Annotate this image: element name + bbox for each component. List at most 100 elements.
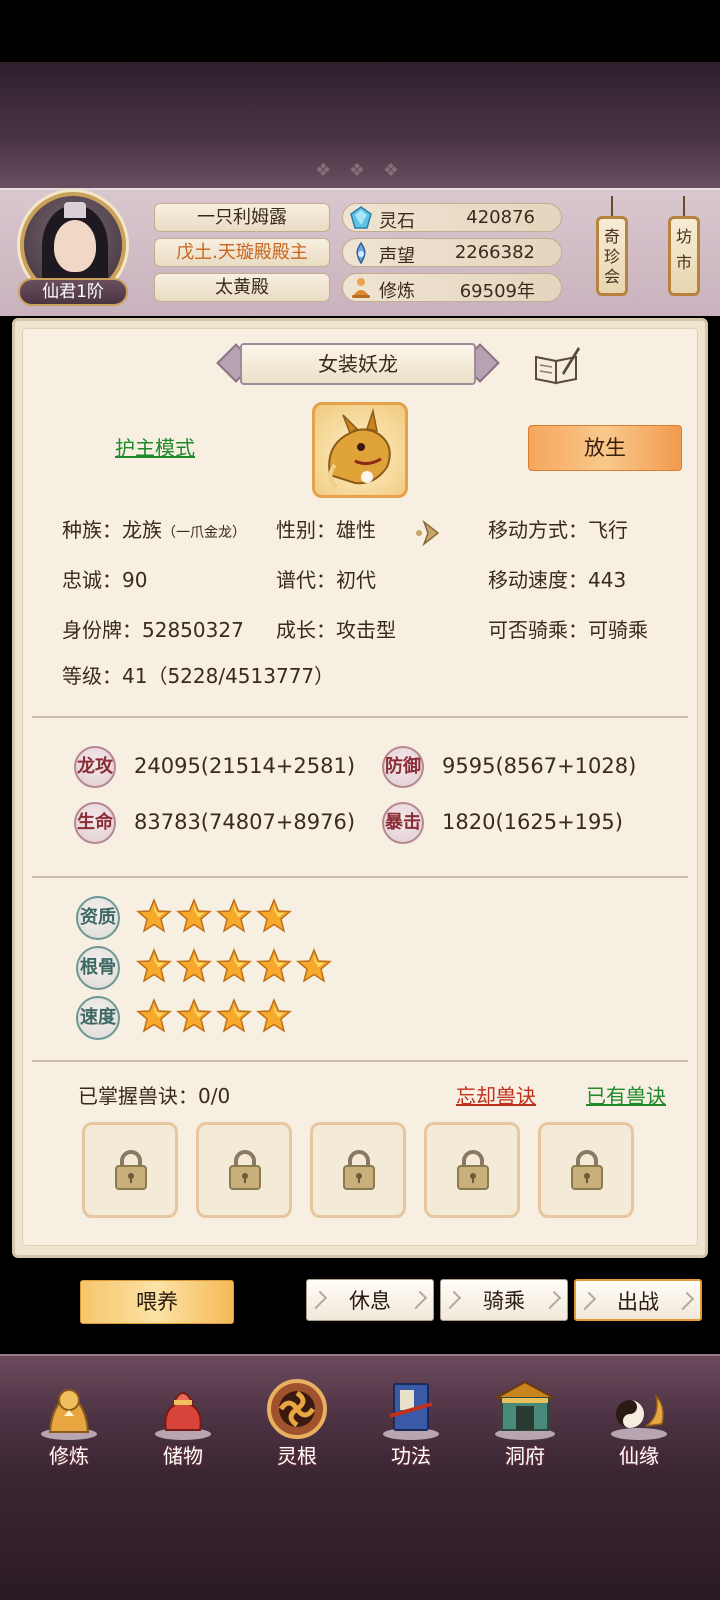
star-icon [136,898,172,934]
nav-technique[interactable]: 功法 [366,1370,456,1470]
aptitude-icon: 资质 [76,896,120,940]
lantern-text: 坊 [675,227,692,246]
lantern-text: 市 [675,253,692,272]
lantern-text: 奇 [603,227,620,246]
lock-icon [343,1150,375,1190]
lantern-string [611,196,613,218]
skill-slot[interactable] [424,1122,520,1218]
lantern-string [683,196,685,218]
generation-info: 谱代：初代 [276,564,376,593]
mastered-skills-count: 已掌握兽诀：0/0 [78,1084,231,1108]
resource-value: 2266382 [454,242,535,263]
skill-slot[interactable] [82,1122,178,1218]
generation-label: 谱代： [276,568,336,592]
ride-label: 骑乘 [483,1289,525,1313]
golden-dragon-icon [328,408,391,489]
pet-name: 女装妖龙 [240,343,476,385]
ride-button[interactable]: 骑乘 [440,1279,568,1321]
guard-mode-link[interactable]: 护主模式 [115,432,195,461]
nav-fate[interactable]: 仙缘 [594,1370,684,1470]
cultivate-icon [41,1389,97,1440]
technique-book-icon [383,1383,439,1440]
id-label: 身份牌： [62,618,142,642]
race-value: 龙族 [122,518,162,542]
nav-cave[interactable]: 洞府 [480,1370,570,1470]
growth-label: 成长： [276,618,336,642]
market-button[interactable]: 坊 市 [668,216,700,296]
race-label: 种族： [62,518,122,542]
resource-label: 声望 [379,246,415,267]
release-button[interactable]: 放生 [528,425,682,471]
nav-storage[interactable]: 储物 [138,1370,228,1470]
battle-button[interactable]: 出战 [574,1279,702,1321]
bone-icon: 根骨 [76,946,120,990]
rename-book-icon[interactable] [532,343,582,387]
resource-label: 灵石 [379,211,415,232]
gender-info: 性别：雄性 [276,514,376,543]
crit-value: 1820(1625+195) [442,810,623,834]
loyalty-info: 忠诚：90 [62,564,147,593]
rideable-label: 可否骑乘： [488,618,588,642]
growth-info: 成长：攻击型 [276,614,396,643]
top-ornament: ❖ ❖ ❖ [315,160,405,181]
move-speed-label: 移动速度： [488,568,588,592]
nav-label: 洞府 [505,1444,545,1468]
lock-icon [571,1150,603,1190]
star-icon [296,948,332,984]
rideable-value: 可骑乘 [588,618,648,642]
skill-slot[interactable] [538,1122,634,1218]
star-icon [176,948,212,984]
race-info: 种族：龙族（一爪金龙） [62,514,246,543]
speed-stars [136,998,376,1038]
divider [32,876,688,878]
star-icon [216,898,252,934]
divider [32,716,688,718]
owned-skills-link[interactable]: 已有兽诀 [586,1080,666,1109]
nav-cultivate[interactable]: 修炼 [24,1370,114,1470]
feed-button[interactable]: 喂养 [80,1280,234,1324]
star-icon [136,948,172,984]
resource-value: 420876 [466,207,535,228]
hp-value: 83783(74807+8976) [134,810,356,834]
resource-cultivation: 修炼 69509年 [342,273,562,302]
skill-slot[interactable] [196,1122,292,1218]
treasure-fair-button[interactable]: 奇 珍 会 [596,216,628,296]
defense-icon: 防御 [382,746,424,788]
move-type-label: 移动方式： [488,518,588,542]
nav-label: 储物 [163,1444,203,1468]
forget-skill-link[interactable]: 忘却兽诀 [456,1080,536,1109]
prestige-icon [356,241,366,265]
nav-spirit-root[interactable]: 灵根 [252,1370,342,1470]
star-icon [176,898,212,934]
rest-button[interactable]: 休息 [306,1279,434,1321]
gender-arrow-icon[interactable] [412,518,446,548]
pet-portrait[interactable] [312,402,408,498]
skill-slot[interactable] [310,1122,406,1218]
move-speed-info: 移动速度：443 [488,564,626,593]
rideable-info: 可否骑乘：可骑乘 [488,614,648,643]
storage-bag-icon [155,1392,211,1440]
cave-mansion-icon [495,1380,555,1440]
id-info: 身份牌：52850327 [62,614,244,643]
bottom-background [0,1474,720,1600]
pet-name-banner: 女装妖龙 [216,341,500,387]
rank-badge: 仙君1阶 [18,278,128,306]
star-icon [216,948,252,984]
player-sect: 太黄殿 [154,273,330,302]
rest-label: 休息 [349,1289,391,1313]
resource-prestige: 声望 2266382 [342,238,562,267]
move-type-value: 飞行 [588,518,628,542]
resource-spirit-stone: 灵石 420876 [342,203,562,232]
level-info: 等级：41（5228/4513777） [62,660,334,689]
aptitude-stars [136,898,376,938]
lock-icon [115,1150,147,1190]
crit-icon: 暴击 [382,802,424,844]
resource-value: 69509年 [459,281,535,302]
nav-label: 仙缘 [619,1444,659,1468]
level-label: 等级： [62,664,122,688]
star-icon [216,998,252,1034]
lantern-text: 珍 [603,247,620,266]
status-bar-area [0,0,720,62]
defense-value: 9595(8567+1028) [442,754,637,778]
nav-label: 功法 [391,1444,431,1468]
